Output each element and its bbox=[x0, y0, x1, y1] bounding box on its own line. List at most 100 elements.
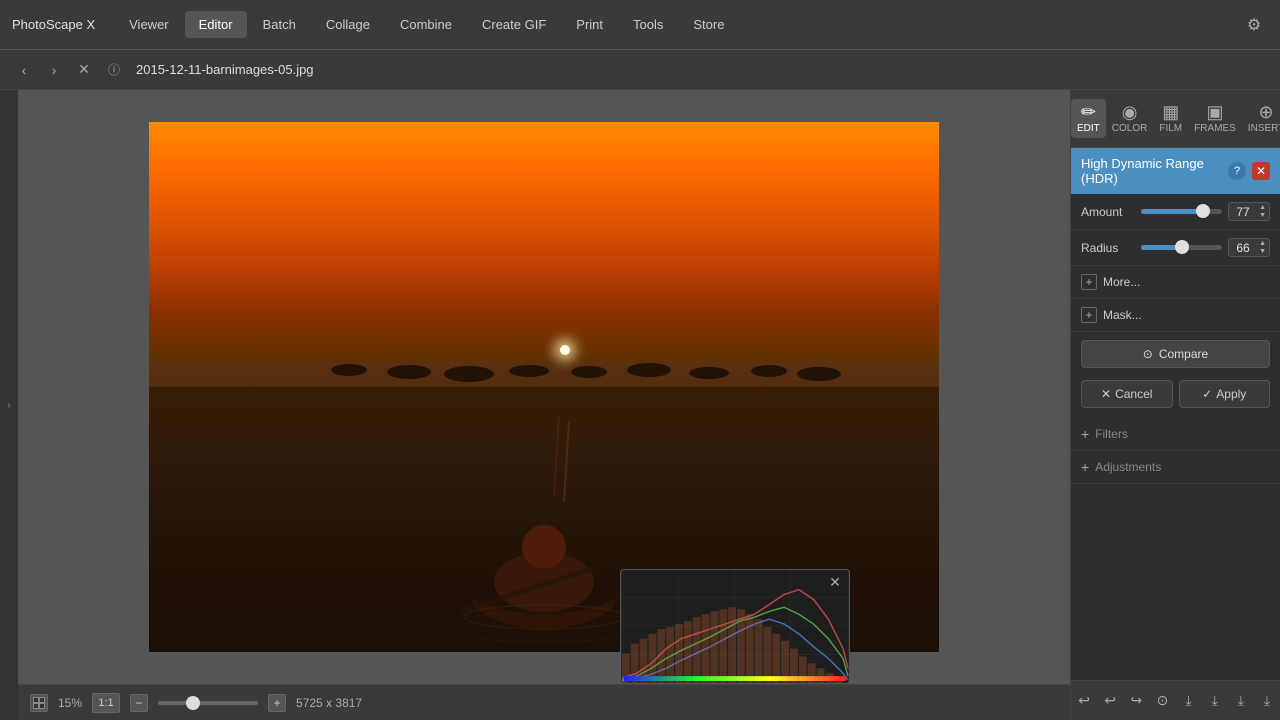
nav-item-store[interactable]: Store bbox=[679, 11, 738, 38]
cancel-icon: ✕ bbox=[1101, 387, 1111, 401]
filmstrip-button[interactable] bbox=[30, 694, 48, 712]
save-button[interactable]: ⤓ bbox=[1176, 687, 1202, 715]
radius-value: 66 bbox=[1232, 241, 1254, 255]
nav-item-collage[interactable]: Collage bbox=[312, 11, 384, 38]
cancel-button[interactable]: ✕ Cancel bbox=[1081, 380, 1173, 408]
filters-label: Filters bbox=[1095, 427, 1128, 441]
forward-button[interactable]: › bbox=[42, 58, 66, 82]
amount-slider-thumb[interactable] bbox=[1196, 204, 1210, 218]
histogram-chart bbox=[621, 570, 849, 683]
amount-label: Amount bbox=[1081, 205, 1135, 219]
zoom-in-button[interactable]: + bbox=[268, 694, 286, 712]
radius-slider[interactable] bbox=[1141, 245, 1222, 250]
apply-checkmark-icon: ✓ bbox=[1202, 387, 1212, 401]
apply-label: Apply bbox=[1216, 387, 1246, 401]
adjustments-label: Adjustments bbox=[1095, 460, 1161, 474]
color-icon: ◉ bbox=[1122, 103, 1138, 121]
radius-down-arrow[interactable]: ▼ bbox=[1259, 248, 1266, 255]
filters-plus-icon: + bbox=[1081, 426, 1089, 442]
filters-section[interactable]: + Filters bbox=[1071, 418, 1280, 451]
edit-tool-button[interactable]: ✏ EDIT bbox=[1071, 99, 1106, 138]
frames-tool-label: FRAMES bbox=[1194, 123, 1236, 134]
share-button[interactable]: ⤓ bbox=[1254, 687, 1280, 715]
mask-plus-icon: + bbox=[1081, 307, 1097, 323]
more-plus-icon: + bbox=[1081, 274, 1097, 290]
right-panel: ✏ EDIT ◉ COLOR ▦ FILM ▣ FRAMES ⊕ INSERT … bbox=[1070, 90, 1280, 720]
radius-spinner[interactable]: ▲ ▼ bbox=[1259, 240, 1266, 255]
mask-expand-row[interactable]: + Mask... bbox=[1071, 299, 1280, 332]
nav-item-editor[interactable]: Editor bbox=[185, 11, 247, 38]
close-file-button[interactable]: ✕ bbox=[72, 58, 96, 82]
more-expand-row[interactable]: + More... bbox=[1071, 266, 1280, 299]
film-tool-button[interactable]: ▦ FILM bbox=[1153, 99, 1188, 138]
zoom-slider-thumb[interactable] bbox=[186, 696, 200, 710]
amount-up-arrow[interactable]: ▲ bbox=[1259, 204, 1266, 211]
film-tool-label: FILM bbox=[1159, 123, 1182, 134]
compare-button[interactable]: ⊙ Compare bbox=[1081, 340, 1270, 368]
image-container[interactable] bbox=[18, 90, 1070, 684]
right-toolbar: ✏ EDIT ◉ COLOR ▦ FILM ▣ FRAMES ⊕ INSERT … bbox=[1071, 90, 1280, 148]
nav-item-print[interactable]: Print bbox=[562, 11, 617, 38]
nav-menu: Viewer Editor Batch Collage Combine Crea… bbox=[115, 11, 1240, 38]
hdr-close-button[interactable]: ✕ bbox=[1252, 162, 1270, 180]
nav-item-creategif[interactable]: Create GIF bbox=[468, 11, 560, 38]
apply-button[interactable]: ✓ Apply bbox=[1179, 380, 1271, 408]
frames-tool-button[interactable]: ▣ FRAMES bbox=[1188, 99, 1242, 138]
compare-icon: ⊙ bbox=[1143, 347, 1153, 361]
undo-button[interactable]: ↩ bbox=[1071, 687, 1097, 715]
nav-item-batch[interactable]: Batch bbox=[249, 11, 310, 38]
color-tool-label: COLOR bbox=[1112, 123, 1148, 134]
insert-tool-button[interactable]: ⊕ INSERT bbox=[1242, 99, 1280, 138]
histogram-close-button[interactable]: ✕ bbox=[827, 574, 843, 590]
redo-button[interactable]: ↪ bbox=[1123, 687, 1149, 715]
hdr-help-button[interactable]: ? bbox=[1228, 162, 1246, 180]
view-button[interactable]: ⊙ bbox=[1149, 687, 1175, 715]
export-button[interactable]: ⤓ bbox=[1228, 687, 1254, 715]
zoom-out-button[interactable]: − bbox=[130, 694, 148, 712]
canvas-area: 15% 1:1 − + 5725 x 3817 ✕ bbox=[18, 90, 1070, 720]
app-name: PhotoScape X bbox=[12, 17, 95, 32]
film-icon: ▦ bbox=[1162, 103, 1179, 121]
image-dimensions: 5725 x 3817 bbox=[296, 696, 362, 710]
amount-value: 77 bbox=[1232, 205, 1254, 219]
edit-icon: ✏ bbox=[1081, 103, 1096, 121]
titlebar-right: ⚙ bbox=[1240, 11, 1268, 39]
cancel-label: Cancel bbox=[1115, 387, 1152, 401]
radius-up-arrow[interactable]: ▲ bbox=[1259, 240, 1266, 247]
settings-icon[interactable]: ⚙ bbox=[1240, 11, 1268, 39]
amount-slider[interactable] bbox=[1141, 209, 1222, 214]
amount-down-arrow[interactable]: ▼ bbox=[1259, 212, 1266, 219]
zoom-ratio-button[interactable]: 1:1 bbox=[92, 693, 120, 713]
canvas-statusbar: 15% 1:1 − + 5725 x 3817 bbox=[18, 684, 1070, 720]
radius-slider-row: Radius 66 ▲ ▼ bbox=[1071, 230, 1280, 266]
amount-slider-fill bbox=[1141, 209, 1203, 214]
adjustments-section[interactable]: + Adjustments bbox=[1071, 451, 1280, 484]
insert-icon: ⊕ bbox=[1259, 103, 1274, 121]
back-button[interactable]: ‹ bbox=[12, 58, 36, 82]
info-button[interactable]: ⓘ bbox=[102, 58, 126, 82]
filmstrip-icon bbox=[33, 697, 45, 709]
history-button[interactable]: ↩ bbox=[1097, 687, 1123, 715]
file-name-label: 2015-12-11-barnimages-05.jpg bbox=[136, 62, 314, 77]
amount-spinner[interactable]: ▲ ▼ bbox=[1259, 204, 1266, 219]
nav-item-combine[interactable]: Combine bbox=[386, 11, 466, 38]
more-label: More... bbox=[1103, 275, 1140, 289]
save-as-button[interactable]: ⤓ bbox=[1202, 687, 1228, 715]
file-toolbar: ‹ › ✕ ⓘ 2015-12-11-barnimages-05.jpg bbox=[0, 50, 1280, 90]
left-panel-handle[interactable]: › bbox=[0, 90, 18, 720]
radius-slider-thumb[interactable] bbox=[1175, 240, 1189, 254]
radius-value-box: 66 ▲ ▼ bbox=[1228, 238, 1270, 257]
right-bottom-toolbar: ↩ ↩ ↪ ⊙ ⤓ ⤓ ⤓ ⤓ bbox=[1071, 680, 1280, 720]
amount-slider-row: Amount 77 ▲ ▼ bbox=[1071, 194, 1280, 230]
main-layout: › bbox=[0, 90, 1280, 720]
zoom-slider[interactable] bbox=[158, 701, 258, 705]
frames-icon: ▣ bbox=[1206, 103, 1223, 121]
edit-tool-label: EDIT bbox=[1077, 123, 1100, 134]
hdr-title-label: High Dynamic Range (HDR) bbox=[1081, 156, 1222, 186]
insert-tool-label: INSERT bbox=[1248, 123, 1280, 134]
color-tool-button[interactable]: ◉ COLOR bbox=[1106, 99, 1154, 138]
nav-item-viewer[interactable]: Viewer bbox=[115, 11, 183, 38]
nav-item-tools[interactable]: Tools bbox=[619, 11, 677, 38]
radius-label: Radius bbox=[1081, 241, 1135, 255]
adjustments-plus-icon: + bbox=[1081, 459, 1089, 475]
